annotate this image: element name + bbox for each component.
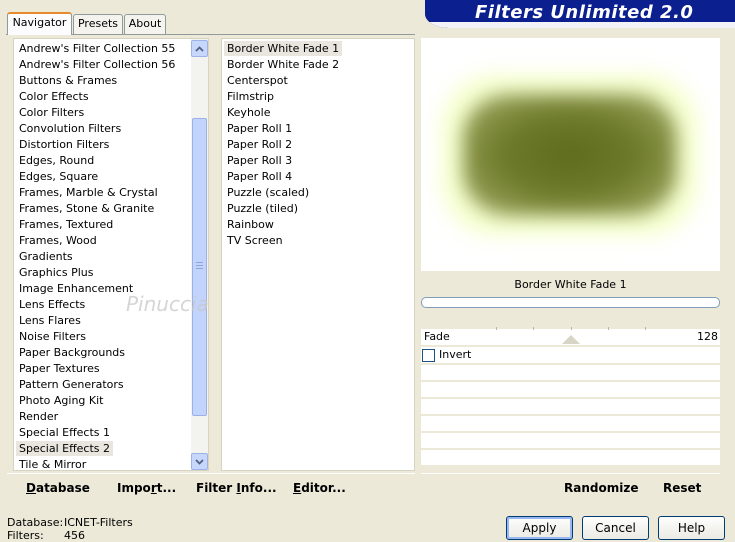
scroll-grip <box>196 265 203 266</box>
category-list-item[interactable]: Convolution Filters <box>16 121 124 136</box>
scroll-thumb[interactable] <box>192 118 207 416</box>
fade-slider-handle[interactable] <box>561 335 580 344</box>
category-list-item[interactable]: Buttons & Frames <box>16 73 120 88</box>
category-list-item[interactable]: Color Filters <box>16 105 87 120</box>
slider-tick <box>496 327 497 330</box>
cancel-button[interactable]: Cancel <box>582 516 649 540</box>
category-list-item[interactable]: Distortion Filters <box>16 137 112 152</box>
category-list-item[interactable]: Special Effects 1 <box>16 425 113 440</box>
invert-label: Invert <box>439 348 472 361</box>
empty-param-row <box>421 416 720 431</box>
filter-list-item[interactable]: Rainbow <box>224 217 277 232</box>
preview-image <box>421 38 720 271</box>
empty-param-row <box>421 382 720 397</box>
filters-status-label: Filters: <box>7 529 44 542</box>
editor-button[interactable]: Editor... <box>293 481 346 495</box>
apply-button[interactable]: Apply <box>506 516 573 540</box>
reset-button[interactable]: Reset <box>663 481 701 495</box>
filter-list-item[interactable]: Keyhole <box>224 105 273 120</box>
category-list-item[interactable]: Noise Filters <box>16 329 89 344</box>
category-list-item[interactable]: Edges, Square <box>16 169 101 184</box>
fade-label: Fade <box>424 330 450 343</box>
category-list-item[interactable]: Gradients <box>16 249 76 264</box>
randomize-button[interactable]: Randomize <box>564 481 638 495</box>
scroll-grip <box>196 262 203 263</box>
category-list-item[interactable]: Frames, Marble & Crystal <box>16 185 161 200</box>
filter-list-item[interactable]: Filmstrip <box>224 89 277 104</box>
category-list-item[interactable]: Andrew's Filter Collection 55 <box>16 41 178 56</box>
filters-status-value: 456 <box>64 529 85 542</box>
tab-presets[interactable]: Presets <box>73 14 123 34</box>
empty-param-row <box>421 365 720 380</box>
empty-param-row <box>421 433 720 448</box>
slider-tick <box>608 327 609 330</box>
preview-shape <box>463 94 677 216</box>
category-list-item[interactable]: Graphics Plus <box>16 265 96 280</box>
category-list-item[interactable]: Frames, Stone & Granite <box>16 201 157 216</box>
title-banner: Filters Unlimited 2.0 <box>425 0 735 28</box>
category-list-item[interactable]: Pattern Generators <box>16 377 127 392</box>
filter-list-item[interactable]: Paper Roll 4 <box>224 169 295 184</box>
slider-tick <box>571 327 572 330</box>
filter-list-item[interactable]: Centerspot <box>224 73 291 88</box>
category-list-item[interactable]: Lens Flares <box>16 313 84 328</box>
empty-param-row <box>421 399 720 414</box>
filter-list[interactable]: Border White Fade 1 Border White Fade 2 Ce… <box>221 38 415 471</box>
tab-navigator[interactable]: Navigator <box>7 12 72 35</box>
chevron-up-icon <box>195 45 204 52</box>
category-list[interactable]: Andrew's Filter Collection 55 Andrew's Fi… <box>13 38 209 471</box>
filter-list-item[interactable]: Puzzle (tiled) <box>224 201 301 216</box>
filter-list-item[interactable]: Paper Roll 3 <box>224 153 295 168</box>
database-status-value: ICNET-Filters <box>64 516 133 529</box>
category-list-item[interactable]: Special Effects 2 <box>16 441 114 456</box>
progress-bar <box>421 297 720 308</box>
category-list-item[interactable]: Paper Textures <box>16 361 103 376</box>
category-list-item[interactable]: Render <box>16 409 61 424</box>
category-list-item[interactable]: Frames, Wood <box>16 233 100 248</box>
database-status-label: Database: <box>7 516 64 529</box>
slider-tick <box>645 327 646 330</box>
filter-list-item[interactable]: Puzzle (scaled) <box>224 185 312 200</box>
filter-info-button[interactable]: Filter Info... <box>196 481 277 495</box>
tab-about[interactable]: About <box>124 14 166 34</box>
category-list-item[interactable]: Paper Backgrounds <box>16 345 128 360</box>
scroll-grip <box>196 268 203 269</box>
help-button[interactable]: Help <box>658 516 725 540</box>
category-list-item[interactable]: Andrew's Filter Collection 56 <box>16 57 178 72</box>
app-title: Filters Unlimited 2.0 <box>475 2 694 23</box>
scroll-down-button[interactable] <box>191 453 208 470</box>
filter-list-item[interactable]: Border White Fade 2 <box>224 57 342 72</box>
chevron-down-icon <box>195 458 204 465</box>
database-button[interactable]: Database <box>26 481 90 495</box>
category-list-item[interactable]: Tile & Mirror <box>16 457 89 472</box>
slider-tick <box>533 327 534 330</box>
filter-list-item[interactable]: TV Screen <box>224 233 286 248</box>
category-list-item[interactable]: Color Effects <box>16 89 92 104</box>
filter-list-item[interactable]: Border White Fade 1 <box>224 41 343 56</box>
watermark-text: Pinuccia <box>126 292 209 316</box>
selected-filter-name: Border White Fade 1 <box>514 278 627 291</box>
category-list-item[interactable]: Lens Effects <box>16 297 88 312</box>
category-list-item[interactable]: Image Enhancement <box>16 281 136 296</box>
filter-list-item[interactable]: Paper Roll 2 <box>224 137 295 152</box>
empty-param-row <box>421 450 720 465</box>
category-list-item[interactable]: Edges, Round <box>16 153 97 168</box>
category-list-item[interactable]: Photo Aging Kit <box>16 393 106 408</box>
filter-list-item[interactable]: Paper Roll 1 <box>224 121 295 136</box>
fade-value: 128 <box>697 330 718 343</box>
category-list-item[interactable]: Frames, Textured <box>16 217 116 232</box>
import-button[interactable]: Import... <box>117 481 176 495</box>
invert-checkbox[interactable] <box>422 349 435 362</box>
scroll-up-button[interactable] <box>191 40 208 57</box>
